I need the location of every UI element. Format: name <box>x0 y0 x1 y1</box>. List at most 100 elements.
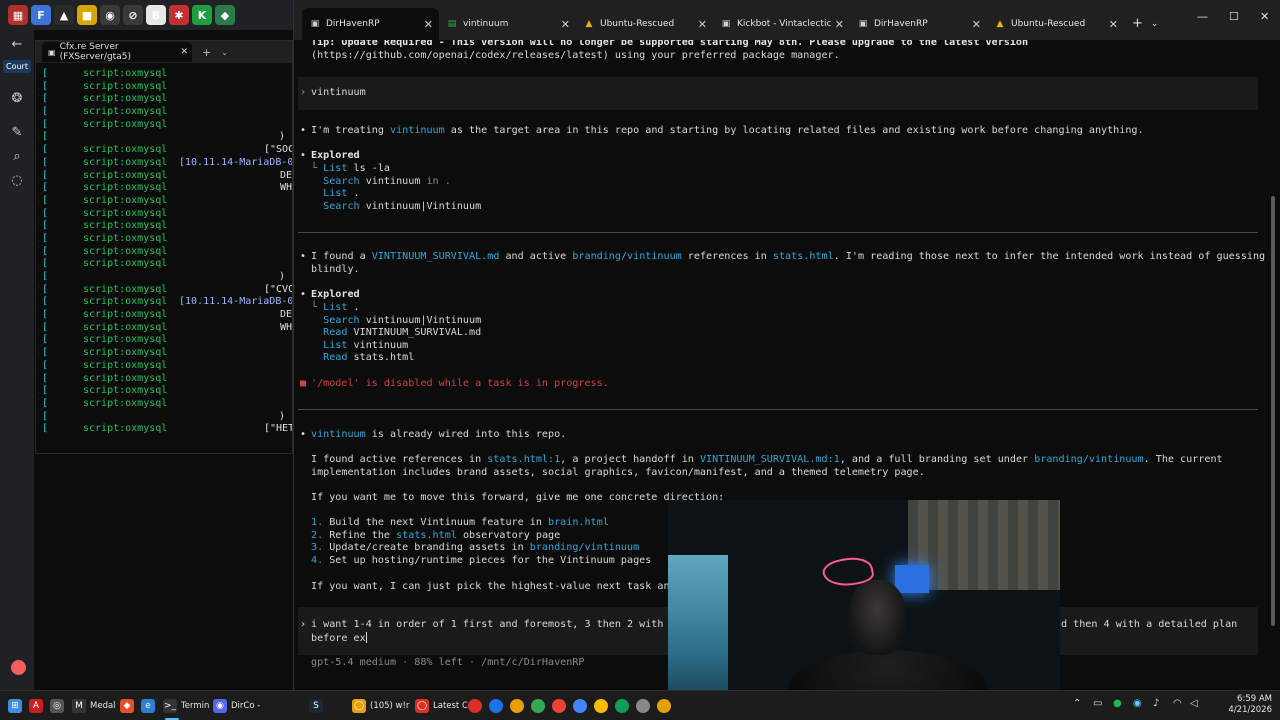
fxserver-tab[interactable]: ▣ Cfx.re Server (FXServer/gta5) ✕ <box>42 42 192 62</box>
sheet-icon: ▤ <box>447 19 457 29</box>
app-icon-9[interactable]: K <box>192 5 212 25</box>
explored-item: Search vintinuum in . <box>323 175 451 187</box>
terminal-tab[interactable]: ▣ Kickbot - Vintaclectic ✕ <box>713 8 850 40</box>
close-icon[interactable]: ✕ <box>972 18 981 31</box>
webcam-screen-glow <box>895 565 929 593</box>
windows-start-icon: ⊞ <box>8 699 22 713</box>
log-line: [script:oxmysql <box>42 385 168 397</box>
taskbar-item[interactable]: ◉ DirCo - <box>213 697 260 715</box>
taskbar-item[interactable]: ◎ <box>50 697 64 715</box>
edit-icon[interactable]: ✎ <box>8 124 26 142</box>
app-icon-7[interactable]: B <box>146 5 166 25</box>
terminal-tab[interactable]: ▣ DirHavenRP ✕ <box>302 8 439 40</box>
close-icon[interactable]: ✕ <box>835 18 844 31</box>
agent-message-4: I found active references in stats.html:… <box>311 454 1223 465</box>
pinned-app-icon[interactable] <box>657 699 671 713</box>
chevron-down-icon[interactable]: ⌄ <box>1151 19 1159 29</box>
volume-icon[interactable]: ◁ <box>1190 698 1198 709</box>
pinned-app-icon[interactable] <box>468 699 482 713</box>
taskbar: ⊞A◎▬MMedal◆e>_Termin◉DirCo -S◯(105) w!r◯… <box>0 690 1280 720</box>
close-icon[interactable]: ✕ <box>1109 18 1118 31</box>
agent-message-2: I found a VINTINUUM_SURVIVAL.md and acti… <box>311 251 1266 262</box>
tray-app-icon[interactable]: ▭ <box>1093 698 1102 709</box>
tray-app-icon-2[interactable]: ◉ <box>1133 698 1142 709</box>
log-line-detail: ) <box>279 410 286 422</box>
microphone-icon[interactable]: ♪ <box>1153 698 1159 709</box>
network-icon[interactable]: ◠ <box>1173 698 1182 709</box>
clock[interactable]: 6:59 AM 4/21/2026 <box>1228 694 1272 716</box>
composer-line1-right[interactable]: d then 4 with a detailed plan <box>1061 619 1237 632</box>
minimize-icon[interactable]: — <box>1197 10 1208 23</box>
app-icon-4[interactable]: ■ <box>77 5 97 25</box>
log-line-detail: ["CVC" <box>264 283 292 295</box>
chatgpt-icon[interactable]: ❂ <box>8 90 26 108</box>
tray-chevron-icon[interactable]: ⌃ <box>1073 698 1081 709</box>
tree-branch-icon: └ <box>311 302 324 313</box>
app-icon-8[interactable]: ✱ <box>169 5 189 25</box>
taskbar-item[interactable]: e <box>141 697 155 715</box>
close-window-icon[interactable]: ✕ <box>1260 10 1269 23</box>
text-cursor <box>365 632 367 643</box>
pinned-app-icon[interactable] <box>636 699 650 713</box>
chevron-down-icon[interactable]: ⌄ <box>221 48 228 57</box>
bullet-icon: • <box>300 251 307 262</box>
close-icon[interactable]: ✕ <box>561 18 570 31</box>
app-icon-5[interactable]: ◉ <box>100 5 120 25</box>
taskbar-item[interactable]: >_ Termin <box>163 697 210 720</box>
fxserver-tab-bar: ▣ Cfx.re Server (FXServer/gta5) ✕ + ⌄ <box>36 41 292 63</box>
taskbar-item[interactable]: A <box>29 697 43 715</box>
scrollbar[interactable] <box>1271 196 1275 626</box>
back-arrow-icon[interactable]: ← <box>8 36 26 54</box>
log-line: [script:oxmysql <box>42 220 168 232</box>
new-tab-icon[interactable]: + <box>202 46 211 59</box>
log-line: [script:oxmysqlDEL <box>42 309 292 322</box>
composer-line2[interactable]: before ex <box>311 633 366 644</box>
close-icon[interactable]: ✕ <box>698 18 707 31</box>
taskbar-item[interactable]: ◯ (105) w!r <box>352 697 409 715</box>
pinned-app-icon[interactable] <box>615 699 629 713</box>
search-icon[interactable]: ⌕ <box>8 148 26 166</box>
terminal-icon: ▣ <box>721 19 731 29</box>
log-line: [script:oxmysql["HET" <box>42 423 292 436</box>
pinned-app-icon[interactable] <box>489 699 503 713</box>
log-line: [script:oxmysql <box>42 207 168 219</box>
taskbar-item[interactable]: M Medal <box>72 697 116 715</box>
taskbar-item[interactable]: ◯ Latest Cc <box>415 697 473 715</box>
composer-line1[interactable]: i want 1-4 in order of 1 first and forem… <box>311 619 676 632</box>
taskbar-item[interactable]: ◆ <box>120 697 134 715</box>
user-prompt-1: vintinuum <box>311 87 366 98</box>
log-line: [) <box>42 410 286 422</box>
pinned-app-icon[interactable] <box>573 699 587 713</box>
taskbar-item[interactable]: S <box>309 697 323 715</box>
taskbar-item[interactable]: ⊞ <box>8 697 22 715</box>
status-line: gpt-5.4 medium · 88% left · /mnt/c/DirHa… <box>311 657 585 668</box>
terminal-tab[interactable]: ▲ Ubuntu-Rescued ✕ <box>576 8 713 40</box>
terminal-tab[interactable]: ▤ vintinuum ✕ <box>439 8 576 40</box>
log-line: [script:oxmysql <box>42 245 168 257</box>
chrome-icon: ◯ <box>352 699 366 713</box>
app-icon-10[interactable]: ◆ <box>215 5 235 25</box>
app-icon-6[interactable]: ⊘ <box>123 5 143 25</box>
spotify-icon[interactable]: ● <box>1113 698 1122 709</box>
pinned-app-icon[interactable] <box>531 699 545 713</box>
google-drive-icon[interactable]: ▲ <box>54 5 74 25</box>
app-icon-1[interactable]: ▦ <box>8 5 28 25</box>
pinned-app-icon[interactable] <box>552 699 566 713</box>
chat-icon[interactable]: ◌ <box>8 172 26 190</box>
close-icon[interactable]: ✕ <box>424 18 433 31</box>
taskbar-item-label: Termin <box>181 701 210 711</box>
terminal-tab-bar: ▣ DirHavenRP ✕ ▤ vintinuum ✕ ▲ Ubuntu-Rescued ✕ ▣… <box>294 0 1280 40</box>
pinned-app-icon[interactable] <box>510 699 524 713</box>
terminal-tab[interactable]: ▣ DirHavenRP ✕ <box>850 8 987 40</box>
close-icon[interactable]: ✕ <box>180 47 188 57</box>
terminal-tab[interactable]: ▲ Ubuntu-Rescued ✕ <box>987 8 1124 40</box>
log-line: [script:oxmysql <box>42 68 168 79</box>
new-tab-icon[interactable]: + <box>1132 16 1143 31</box>
notification-dot[interactable] <box>11 660 26 675</box>
pinned-app-icon[interactable] <box>594 699 608 713</box>
terminal-icon: ▣ <box>48 47 56 57</box>
explored-heading: Explored <box>311 150 360 161</box>
app-icon-2[interactable]: F <box>31 5 51 25</box>
ubuntu-icon: ▲ <box>585 19 593 29</box>
maximize-icon[interactable]: ☐ <box>1229 10 1239 23</box>
